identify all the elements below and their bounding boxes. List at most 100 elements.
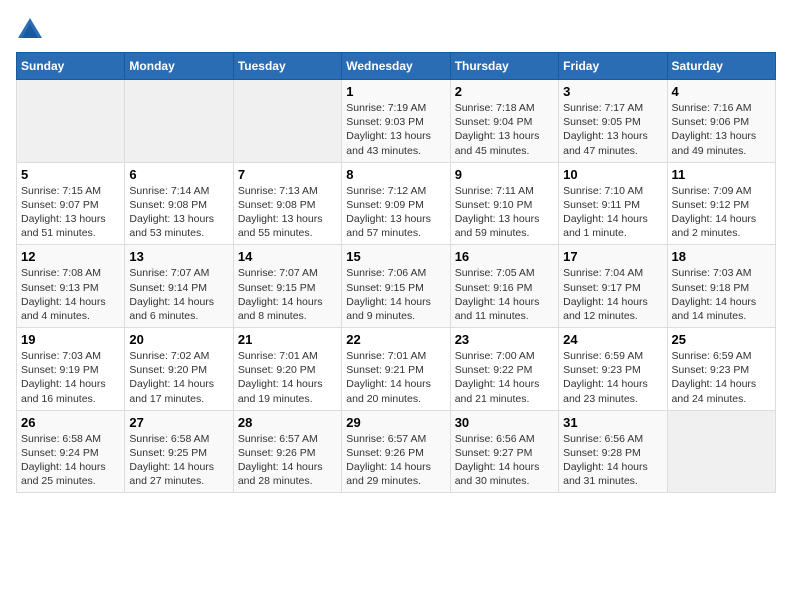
calendar-day-cell <box>125 80 233 163</box>
calendar-day-cell: 18Sunrise: 7:03 AMSunset: 9:18 PMDayligh… <box>667 245 775 328</box>
day-number: 29 <box>346 415 445 430</box>
day-number: 26 <box>21 415 120 430</box>
day-number: 7 <box>238 167 337 182</box>
day-number: 10 <box>563 167 662 182</box>
day-number: 24 <box>563 332 662 347</box>
calendar-day-cell: 28 Sunrise: 6:57 AMSunset: 9:26 PMDayligh… <box>233 410 341 493</box>
calendar-day-cell: 23 Sunrise: 7:00 AMSunset: 9:22 PMDayligh… <box>450 328 558 411</box>
day-info: Sunrise: 7:01 AMSunset: 9:20 PMDaylight:… <box>238 349 337 406</box>
day-info: Sunrise: 7:11 AMSunset: 9:10 PMDaylight:… <box>455 184 554 241</box>
day-number: 17 <box>563 249 662 264</box>
day-number: 23 <box>455 332 554 347</box>
day-number: 4 <box>672 84 771 99</box>
logo-icon <box>16 16 44 44</box>
calendar-day-cell: 8 Sunrise: 7:12 AMSunset: 9:09 PMDaylight… <box>342 162 450 245</box>
calendar-day-cell: 13 Sunrise: 7:07 AMSunset: 9:14 PMDayligh… <box>125 245 233 328</box>
calendar-day-cell: 27Sunrise: 6:58 AMSunset: 9:25 PMDayligh… <box>125 410 233 493</box>
day-number: 16 <box>455 249 554 264</box>
day-info: Sunrise: 6:59 AMSunset: 9:23 PMDaylight:… <box>672 349 771 406</box>
day-info: Sunrise: 6:57 AMSunset: 9:26 PMDaylight:… <box>346 432 445 489</box>
calendar-day-cell: 31 Sunrise: 6:56 AMSunset: 9:28 PMDayligh… <box>559 410 667 493</box>
day-info: Sunrise: 7:10 AMSunset: 9:11 PMDaylight:… <box>563 184 662 241</box>
calendar-day-cell: 24 Sunrise: 6:59 AMSunset: 9:23 PMDayligh… <box>559 328 667 411</box>
calendar-day-cell: 12Sunrise: 7:08 AMSunset: 9:13 PMDayligh… <box>17 245 125 328</box>
logo <box>16 16 48 44</box>
calendar-day-cell: 9 Sunrise: 7:11 AMSunset: 9:10 PMDaylight… <box>450 162 558 245</box>
calendar-day-cell: 1Sunrise: 7:19 AMSunset: 9:03 PMDaylight… <box>342 80 450 163</box>
calendar-day-cell: 10 Sunrise: 7:10 AMSunset: 9:11 PMDayligh… <box>559 162 667 245</box>
day-number: 3 <box>563 84 662 99</box>
page-header <box>16 16 776 44</box>
calendar-day-cell: 22 Sunrise: 7:01 AMSunset: 9:21 PMDayligh… <box>342 328 450 411</box>
day-of-week-header: Saturday <box>667 53 775 80</box>
calendar-day-cell: 21 Sunrise: 7:01 AMSunset: 9:20 PMDayligh… <box>233 328 341 411</box>
calendar-day-cell: 4 Sunrise: 7:16 AMSunset: 9:06 PMDaylight… <box>667 80 775 163</box>
calendar-day-cell <box>667 410 775 493</box>
calendar-day-cell: 2 Sunrise: 7:18 AMSunset: 9:04 PMDaylight… <box>450 80 558 163</box>
day-of-week-header: Thursday <box>450 53 558 80</box>
day-number: 1 <box>346 84 445 99</box>
day-number: 2 <box>455 84 554 99</box>
day-info: Sunrise: 7:12 AMSunset: 9:09 PMDaylight:… <box>346 184 445 241</box>
calendar-day-cell: 3Sunrise: 7:17 AMSunset: 9:05 PMDaylight… <box>559 80 667 163</box>
day-info: Sunrise: 7:03 AMSunset: 9:19 PMDaylight:… <box>21 349 120 406</box>
calendar-day-cell: 26 Sunrise: 6:58 AMSunset: 9:24 PMDayligh… <box>17 410 125 493</box>
day-number: 9 <box>455 167 554 182</box>
day-info: Sunrise: 7:06 AMSunset: 9:15 PMDaylight:… <box>346 266 445 323</box>
day-info: Sunrise: 7:07 AMSunset: 9:15 PMDaylight:… <box>238 266 337 323</box>
day-number: 11 <box>672 167 771 182</box>
day-info: Sunrise: 7:09 AMSunset: 9:12 PMDaylight:… <box>672 184 771 241</box>
day-number: 5 <box>21 167 120 182</box>
day-info: Sunrise: 6:59 AMSunset: 9:23 PMDaylight:… <box>563 349 662 406</box>
day-info: Sunrise: 6:56 AMSunset: 9:28 PMDaylight:… <box>563 432 662 489</box>
day-number: 25 <box>672 332 771 347</box>
day-of-week-header: Sunday <box>17 53 125 80</box>
calendar-day-cell: 17 Sunrise: 7:04 AMSunset: 9:17 PMDayligh… <box>559 245 667 328</box>
day-number: 30 <box>455 415 554 430</box>
calendar-day-cell <box>233 80 341 163</box>
day-number: 28 <box>238 415 337 430</box>
day-number: 22 <box>346 332 445 347</box>
calendar-day-cell <box>17 80 125 163</box>
day-of-week-header: Monday <box>125 53 233 80</box>
day-number: 14 <box>238 249 337 264</box>
day-info: Sunrise: 7:00 AMSunset: 9:22 PMDaylight:… <box>455 349 554 406</box>
day-number: 6 <box>129 167 228 182</box>
day-info: Sunrise: 7:13 AMSunset: 9:08 PMDaylight:… <box>238 184 337 241</box>
day-info: Sunrise: 7:05 AMSunset: 9:16 PMDaylight:… <box>455 266 554 323</box>
calendar-day-cell: 29 Sunrise: 6:57 AMSunset: 9:26 PMDayligh… <box>342 410 450 493</box>
day-info: Sunrise: 7:16 AMSunset: 9:06 PMDaylight:… <box>672 101 771 158</box>
day-number: 13 <box>129 249 228 264</box>
day-info: Sunrise: 7:15 AMSunset: 9:07 PMDaylight:… <box>21 184 120 241</box>
calendar-day-cell: 11 Sunrise: 7:09 AMSunset: 9:12 PMDayligh… <box>667 162 775 245</box>
calendar-table: SundayMondayTuesdayWednesdayThursdayFrid… <box>16 52 776 493</box>
calendar-header-row: SundayMondayTuesdayWednesdayThursdayFrid… <box>17 53 776 80</box>
day-info: Sunrise: 7:18 AMSunset: 9:04 PMDaylight:… <box>455 101 554 158</box>
day-number: 19 <box>21 332 120 347</box>
calendar-day-cell: 14 Sunrise: 7:07 AMSunset: 9:15 PMDayligh… <box>233 245 341 328</box>
day-info: Sunrise: 7:14 AMSunset: 9:08 PMDaylight:… <box>129 184 228 241</box>
day-number: 15 <box>346 249 445 264</box>
day-of-week-header: Friday <box>559 53 667 80</box>
day-info: Sunrise: 6:56 AMSunset: 9:27 PMDaylight:… <box>455 432 554 489</box>
day-info: Sunrise: 7:07 AMSunset: 9:14 PMDaylight:… <box>129 266 228 323</box>
day-number: 8 <box>346 167 445 182</box>
day-info: Sunrise: 7:04 AMSunset: 9:17 PMDaylight:… <box>563 266 662 323</box>
day-info: Sunrise: 6:57 AMSunset: 9:26 PMDaylight:… <box>238 432 337 489</box>
day-info: Sunrise: 7:01 AMSunset: 9:21 PMDaylight:… <box>346 349 445 406</box>
calendar-week-row: 5 Sunrise: 7:15 AMSunset: 9:07 PMDaylight… <box>17 162 776 245</box>
calendar-day-cell: 7 Sunrise: 7:13 AMSunset: 9:08 PMDaylight… <box>233 162 341 245</box>
calendar-week-row: 1Sunrise: 7:19 AMSunset: 9:03 PMDaylight… <box>17 80 776 163</box>
day-number: 20 <box>129 332 228 347</box>
day-info: Sunrise: 7:02 AMSunset: 9:20 PMDaylight:… <box>129 349 228 406</box>
day-number: 18 <box>672 249 771 264</box>
day-number: 21 <box>238 332 337 347</box>
day-of-week-header: Tuesday <box>233 53 341 80</box>
day-number: 31 <box>563 415 662 430</box>
calendar-day-cell: 20 Sunrise: 7:02 AMSunset: 9:20 PMDayligh… <box>125 328 233 411</box>
calendar-day-cell: 16 Sunrise: 7:05 AMSunset: 9:16 PMDayligh… <box>450 245 558 328</box>
calendar-day-cell: 25 Sunrise: 6:59 AMSunset: 9:23 PMDayligh… <box>667 328 775 411</box>
day-number: 27 <box>129 415 228 430</box>
day-info: Sunrise: 6:58 AMSunset: 9:24 PMDaylight:… <box>21 432 120 489</box>
day-info: Sunrise: 7:08 AMSunset: 9:13 PMDaylight:… <box>21 266 120 323</box>
